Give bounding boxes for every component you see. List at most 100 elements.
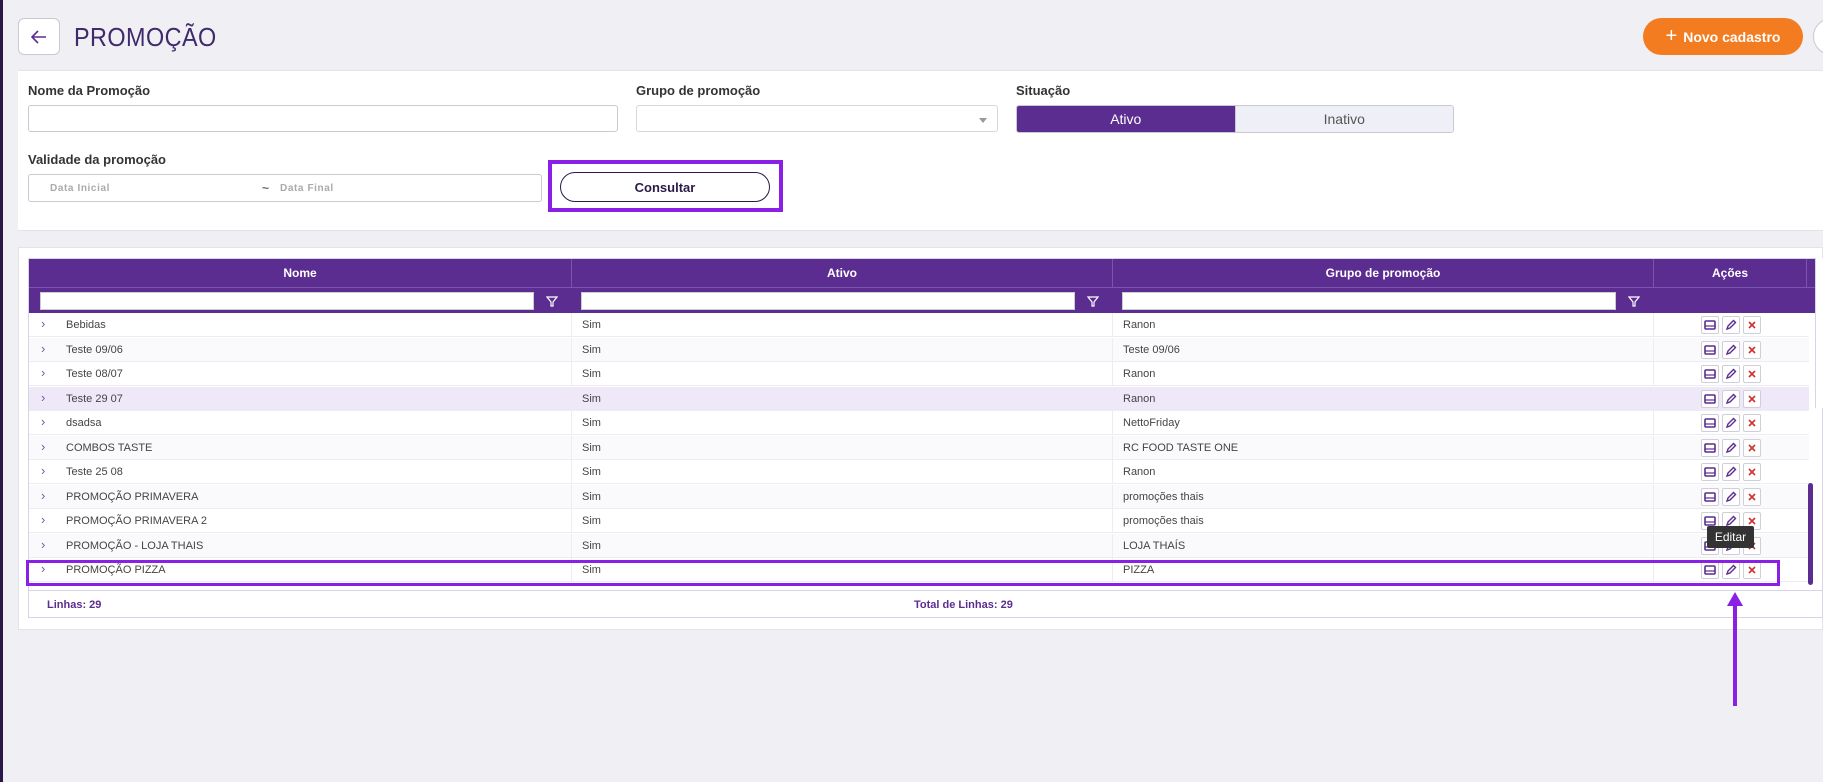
footer-total-linhas: Total de Linhas: 29 <box>914 599 1013 611</box>
column-header-ativo[interactable]: Ativo <box>572 259 1113 287</box>
cell-ativo: Sim <box>582 343 601 356</box>
filter-nome-input[interactable] <box>40 292 534 310</box>
back-arrow-icon <box>31 29 46 44</box>
table-row[interactable]: › PROMOÇÃO PRIMAVERA Sim promoções thais <box>29 484 1809 509</box>
view-button[interactable] <box>1701 414 1719 432</box>
expand-icon[interactable]: › <box>41 537 45 552</box>
expand-icon[interactable]: › <box>41 463 45 478</box>
new-record-label: Novo cadastro <box>1683 28 1781 45</box>
column-header-grupo[interactable]: Grupo de promoção <box>1113 259 1654 287</box>
delete-button[interactable] <box>1743 414 1761 432</box>
edit-button[interactable] <box>1722 487 1740 506</box>
filter-ativo-input[interactable] <box>581 292 1075 310</box>
expand-icon[interactable]: › <box>41 365 45 380</box>
edit-icon <box>1725 417 1737 429</box>
page-title: PROMOÇÃO <box>74 22 217 52</box>
date-range-input[interactable]: Data Inicial ~ Data Final <box>28 174 542 202</box>
view-icon <box>1704 516 1716 526</box>
delete-button[interactable] <box>1743 438 1761 457</box>
edit-button[interactable] <box>1722 316 1740 334</box>
table-row[interactable]: › Teste 29 07 Sim Ranon <box>29 386 1809 411</box>
table-row[interactable]: › Teste 09/06 Sim Teste 09/06 <box>29 337 1809 362</box>
cell-nome: PROMOÇÃO - LOJA THAIS <box>66 539 204 552</box>
side-tabs[interactable] <box>1815 258 1823 408</box>
delete-button[interactable] <box>1743 340 1761 359</box>
expand-icon[interactable]: › <box>41 316 45 331</box>
edit-icon <box>1725 466 1737 478</box>
delete-button[interactable] <box>1743 365 1761 383</box>
column-header-nome[interactable]: Nome <box>29 259 572 287</box>
delete-button[interactable] <box>1743 463 1761 481</box>
table-row[interactable]: › dsadsa Sim NettoFriday <box>29 411 1809 435</box>
new-record-button[interactable]: + Novo cadastro <box>1643 18 1803 55</box>
edit-icon <box>1725 344 1737 355</box>
filter-icon[interactable] <box>1628 295 1640 307</box>
row-actions <box>1701 389 1761 408</box>
view-button[interactable] <box>1701 365 1719 383</box>
nome-input[interactable] <box>28 105 618 132</box>
consultar-button[interactable]: Consultar <box>560 172 770 202</box>
cell-ativo: Sim <box>582 392 601 405</box>
cell-ativo: Sim <box>582 319 601 331</box>
view-icon <box>1704 467 1716 477</box>
edit-button[interactable] <box>1722 340 1740 359</box>
cell-nome: PROMOÇÃO PRIMAVERA 2 <box>66 515 207 527</box>
expand-icon[interactable]: › <box>41 439 45 454</box>
cell-grupo: LOJA THAÍS <box>1123 539 1186 552</box>
row-actions <box>1701 414 1761 432</box>
table-row[interactable]: › Teste 08/07 Sim Ranon <box>29 362 1809 386</box>
view-button[interactable] <box>1701 316 1719 334</box>
expand-icon[interactable]: › <box>41 414 45 429</box>
delete-button[interactable] <box>1743 389 1761 408</box>
grid-footer: Linhas: 29 Total de Linhas: 29 <box>28 590 1823 618</box>
data-final-placeholder[interactable]: Data Final <box>280 183 334 194</box>
table-row[interactable]: › PROMOÇÃO PRIMAVERA 2 Sim promoções thais <box>29 509 1809 533</box>
view-button[interactable] <box>1701 487 1719 506</box>
vertical-scrollbar[interactable] <box>1808 483 1813 585</box>
table-row[interactable]: › Teste 25 08 Sim Ranon <box>29 460 1809 484</box>
view-button[interactable] <box>1701 463 1719 481</box>
filter-panel: Nome da Promoção Grupo de promoção Situa… <box>18 70 1823 231</box>
edit-button[interactable] <box>1722 438 1740 457</box>
filter-icon[interactable] <box>546 295 558 307</box>
table-row[interactable]: › Bebidas Sim Ranon <box>29 313 1809 337</box>
edit-button[interactable] <box>1722 463 1740 481</box>
situacao-inativo-option[interactable]: Inativo <box>1234 106 1453 132</box>
expand-icon[interactable]: › <box>41 390 45 405</box>
options-button[interactable] <box>1813 18 1823 55</box>
filter-icon[interactable] <box>1087 295 1099 307</box>
edit-button[interactable] <box>1722 365 1740 383</box>
expand-icon[interactable]: › <box>41 488 45 503</box>
situacao-ativo-option[interactable]: Ativo <box>1017 106 1235 132</box>
table-row[interactable]: › COMBOS TASTE Sim RC FOOD TASTE ONE <box>29 435 1809 460</box>
filter-grupo-input[interactable] <box>1122 292 1616 310</box>
cell-ativo: Sim <box>582 368 601 380</box>
footer-linhas: Linhas: 29 <box>47 599 102 611</box>
row-actions <box>1701 365 1761 383</box>
grid-header: Nome Ativo Grupo de promoção Ações <box>29 259 1823 287</box>
expand-icon[interactable]: › <box>41 341 45 356</box>
cell-ativo: Sim <box>582 515 601 527</box>
view-button[interactable] <box>1701 438 1719 457</box>
expand-icon[interactable]: › <box>41 512 45 527</box>
view-icon <box>1704 442 1716 453</box>
delete-button[interactable] <box>1743 316 1761 334</box>
grupo-select[interactable] <box>636 105 998 132</box>
data-inicial-placeholder[interactable]: Data Inicial <box>50 183 110 194</box>
row-actions <box>1701 340 1761 359</box>
edit-button[interactable] <box>1722 389 1740 408</box>
back-button[interactable] <box>18 18 60 55</box>
cell-grupo: promoções thais <box>1123 515 1204 527</box>
view-icon <box>1704 418 1716 428</box>
table-row[interactable]: › PROMOÇÃO - LOJA THAIS Sim LOJA THAÍS <box>29 533 1809 558</box>
view-button[interactable] <box>1701 340 1719 359</box>
left-edge-bar <box>0 0 3 782</box>
delete-button[interactable] <box>1743 487 1761 506</box>
cell-nome: Teste 29 07 <box>66 392 123 405</box>
edit-button[interactable] <box>1722 414 1740 432</box>
view-button[interactable] <box>1701 389 1719 408</box>
cell-grupo: RC FOOD TASTE ONE <box>1123 441 1239 454</box>
cell-nome: Bebidas <box>66 319 106 331</box>
edit-icon <box>1725 393 1737 404</box>
plus-icon: + <box>1665 24 1678 47</box>
